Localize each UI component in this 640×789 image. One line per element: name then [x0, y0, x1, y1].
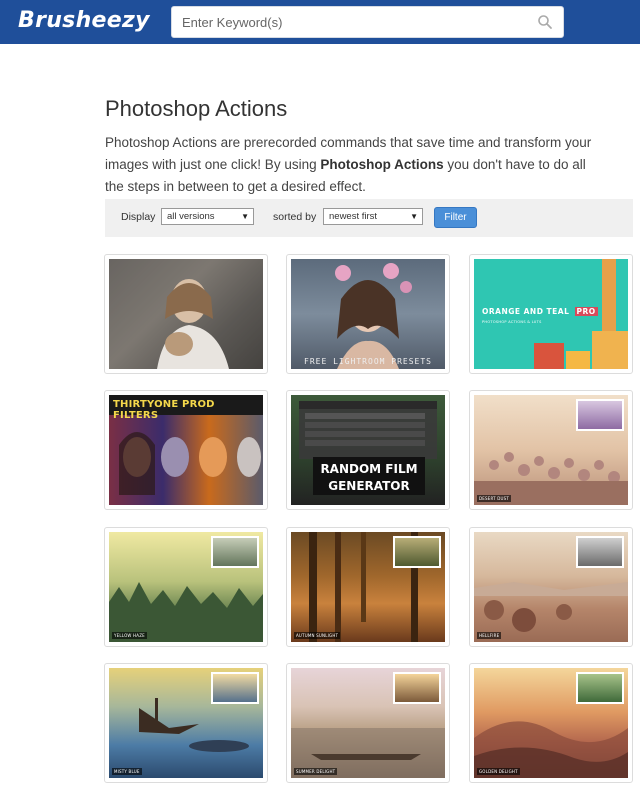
chevron-down-icon: ▼	[410, 212, 418, 221]
grid-item-9[interactable]: HELLFIRE	[469, 527, 633, 647]
grid-item-5[interactable]: RANDOM FILM GENERATOR	[286, 390, 450, 510]
inset-preview	[576, 399, 624, 431]
inset-preview	[211, 536, 259, 568]
thumbnail-image: GOLDEN DELIGHT	[474, 668, 628, 778]
display-select[interactable]: all versions ▼	[161, 208, 254, 225]
thumbnail-image: THIRTYONE PROD FILTERS	[109, 395, 263, 505]
thumbnail-image: DESERT DUST	[474, 395, 628, 505]
grid-item-10[interactable]: MISTY BLUE	[104, 663, 268, 783]
item-caption: MISTY BLUE	[112, 768, 142, 775]
description-bold: Photoshop Actions	[320, 157, 444, 172]
grid-item-12[interactable]: GOLDEN DELIGHT	[469, 663, 633, 783]
thumbnail-image: YELLOW HAZE	[109, 532, 263, 642]
page-description: Photoshop Actions are prerecorded comman…	[105, 132, 605, 198]
grid-item-4[interactable]: THIRTYONE PROD FILTERS	[104, 390, 268, 510]
grid-item-6[interactable]: DESERT DUST	[469, 390, 633, 510]
filter-button[interactable]: Filter	[434, 207, 477, 228]
inset-preview	[211, 672, 259, 704]
search-input[interactable]	[172, 7, 532, 37]
sort-select-value: newest first	[329, 211, 378, 222]
pro-badge: PRO	[574, 307, 598, 316]
inset-preview	[576, 536, 624, 568]
chevron-down-icon: ▼	[241, 212, 249, 221]
thumbnail-image: AUTUMN SUNLIGHT	[291, 532, 445, 642]
search-icon[interactable]	[537, 14, 553, 30]
top-header: Brusheezy	[0, 0, 640, 44]
item-title: RANDOM FILM GENERATOR	[320, 462, 418, 493]
display-label: Display	[121, 211, 156, 223]
item-caption: GOLDEN DELIGHT	[477, 768, 520, 775]
thumbnail-image: HELLFIRE	[474, 532, 628, 642]
item-caption: YELLOW HAZE	[112, 632, 147, 639]
search-box	[171, 6, 564, 38]
thumbnail-image	[109, 259, 263, 369]
item-title: ORANGE AND TEAL	[482, 307, 570, 316]
item-caption: DESERT DUST	[477, 495, 512, 502]
item-caption: HELLFIRE	[477, 632, 502, 639]
thumbnail-image: FREE LIGHTROOM PRESETS	[291, 259, 445, 369]
inset-preview	[576, 672, 624, 704]
grid-item-1[interactable]	[104, 254, 268, 374]
grid-item-8[interactable]: AUTUMN SUNLIGHT	[286, 527, 450, 647]
grid-item-7[interactable]: YELLOW HAZE	[104, 527, 268, 647]
page-title: Photoshop Actions	[105, 96, 288, 121]
thumbnail-image: RANDOM FILM GENERATOR	[291, 395, 445, 505]
thumbnail-image: SUMMER DELIGHT	[291, 668, 445, 778]
grid-item-3[interactable]: ORANGE AND TEAL PRO PHOTOSHOP ACTIONS & …	[469, 254, 633, 374]
display-select-value: all versions	[167, 211, 215, 222]
grid-item-2[interactable]: FREE LIGHTROOM PRESETS	[286, 254, 450, 374]
filter-bar: Display all versions ▼ sorted by newest …	[105, 199, 633, 237]
thumbnail-image: ORANGE AND TEAL PRO PHOTOSHOP ACTIONS & …	[474, 259, 628, 369]
thumbnail-image: MISTY BLUE	[109, 668, 263, 778]
inset-preview	[393, 672, 441, 704]
item-subtitle: PHOTOSHOP ACTIONS & LUTS	[482, 320, 542, 324]
brusheezy-logo[interactable]: Brusheezy	[18, 8, 150, 33]
sorted-by-label: sorted by	[273, 211, 317, 223]
item-title: FREE LIGHTROOM PRESETS	[304, 357, 432, 366]
grid-item-11[interactable]: SUMMER DELIGHT	[286, 663, 450, 783]
item-caption: SUMMER DELIGHT	[294, 768, 338, 775]
item-title: THIRTYONE PROD FILTERS	[113, 399, 215, 421]
sort-select[interactable]: newest first ▼	[323, 208, 423, 225]
inset-preview	[393, 536, 441, 568]
item-caption: AUTUMN SUNLIGHT	[294, 632, 341, 639]
